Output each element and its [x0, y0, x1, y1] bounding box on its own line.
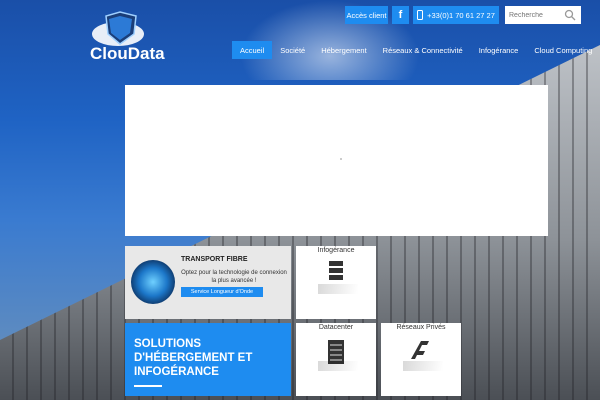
nav-item-infogerance[interactable]: Infogérance: [471, 41, 527, 59]
phone-icon: [417, 10, 424, 20]
slider-loading-dot: [340, 158, 342, 160]
server-icon: [329, 261, 343, 280]
main-nav: Accueil Société Hébergement Réseaux & Co…: [232, 41, 600, 59]
logo[interactable]: ClouData: [90, 8, 165, 63]
fibre-image: [131, 260, 175, 304]
solutions-line-3: INFOGÉRANCE: [134, 366, 219, 378]
tile-shadow: [318, 284, 358, 294]
nav-item-societe[interactable]: Société: [272, 41, 313, 59]
nav-item-hebergement[interactable]: Hébergement: [313, 41, 374, 59]
nav-item-accueil[interactable]: Accueil: [232, 41, 273, 59]
nav-item-reseaux[interactable]: Réseaux & Connectivité: [375, 41, 471, 59]
tile-shadow: [318, 361, 358, 371]
solutions-heading: SOLUTIONS D'HÉBERGEMENT ET INFOGÉRANCE: [134, 337, 252, 379]
shield-icon: [92, 11, 144, 46]
tile-infogerance-label: Infogérance: [317, 247, 355, 254]
search-box[interactable]: [505, 6, 581, 24]
tile-reseaux-label: Réseaux Privés: [396, 324, 446, 331]
logo-text: ClouData: [90, 44, 165, 63]
solutions-panel[interactable]: SOLUTIONS D'HÉBERGEMENT ET INFOGÉRANCE: [125, 323, 291, 396]
phone-number: +33(0)1 70 61 27 27: [427, 10, 495, 20]
tile-shadow: [403, 361, 443, 371]
search-input[interactable]: [505, 11, 569, 19]
client-access-button[interactable]: Accès client: [345, 6, 388, 24]
solutions-underline: [134, 385, 162, 387]
solutions-line-2: D'HÉBERGEMENT ET: [134, 352, 253, 364]
fibre-service-button[interactable]: Service Longueur d'Onde: [181, 287, 263, 297]
tile-datacenter-label: Datacenter: [318, 324, 354, 331]
fibre-card[interactable]: TRANSPORT FIBRE Optez pour la technologi…: [125, 246, 291, 319]
tile-reseaux-prives[interactable]: Réseaux Privés: [381, 323, 461, 396]
facebook-icon[interactable]: f: [392, 6, 409, 24]
fibre-title: TRANSPORT FIBRE: [181, 256, 248, 263]
fibre-text: Optez pour la technologie de connexion l…: [181, 270, 287, 284]
network-icon: [411, 341, 429, 359]
solutions-line-1: SOLUTIONS: [134, 338, 202, 350]
tile-datacenter[interactable]: Datacenter: [296, 323, 376, 396]
hero-slider[interactable]: [125, 85, 548, 236]
tile-infogerance[interactable]: Infogérance: [296, 246, 376, 319]
phone-button[interactable]: +33(0)1 70 61 27 27: [413, 6, 499, 24]
nav-item-cloud[interactable]: Cloud Computing: [526, 41, 600, 59]
search-icon[interactable]: [564, 9, 576, 21]
